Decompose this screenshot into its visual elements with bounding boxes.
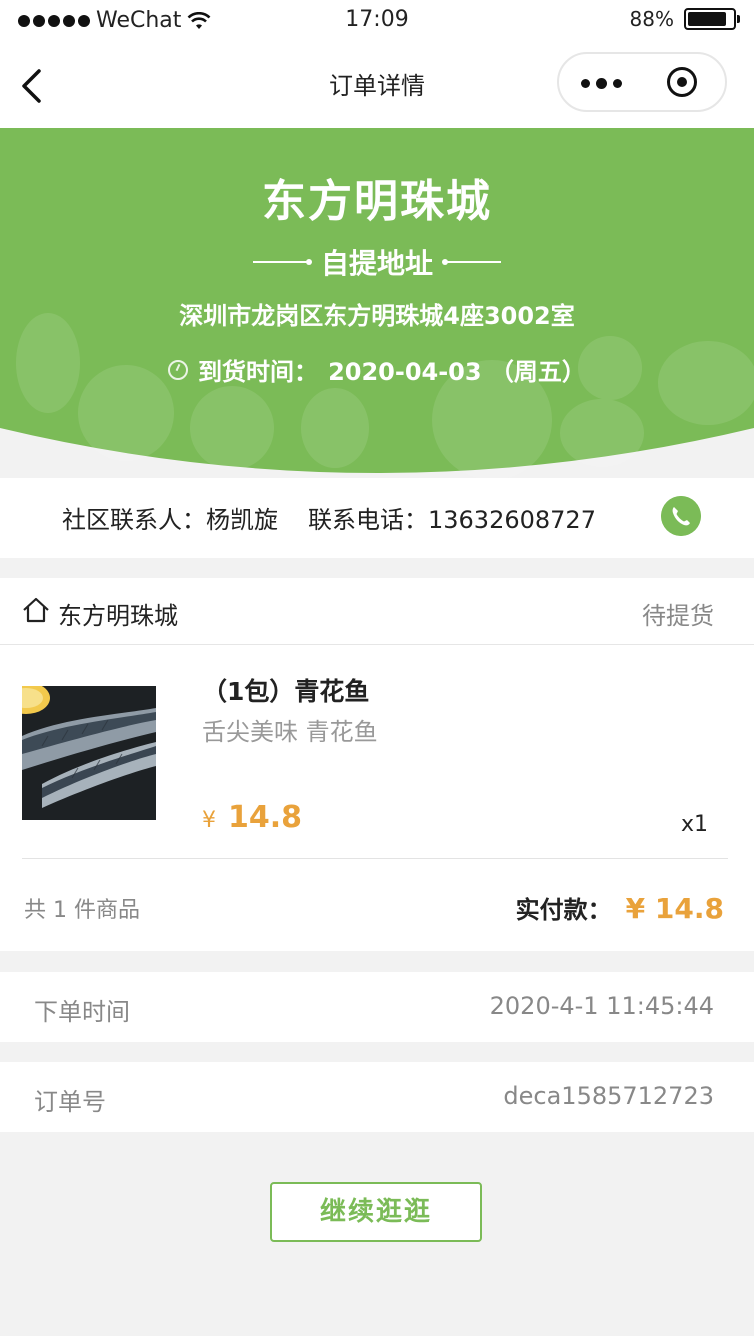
- nav-bar: 订单详情: [0, 40, 754, 128]
- product-quantity: x1: [680, 812, 708, 837]
- divider-line-right: [442, 259, 501, 265]
- order-number-row: 订单号 deca1585712723: [0, 1062, 754, 1132]
- divider-line-left: [252, 259, 312, 265]
- pickup-address: 深圳市龙岗区东方明珠城4座3002室: [179, 302, 575, 330]
- pickup-section-label: 自提地址: [320, 247, 433, 280]
- order-card: 东方明珠城 待提货 （1包）青花鱼 舌尖美味 青花鱼 ¥14.8 x1 共 1 …: [0, 578, 754, 951]
- status-bar: WeChat 17:09 88%: [0, 0, 754, 40]
- divider: [22, 858, 728, 859]
- back-arrow-icon[interactable]: [18, 68, 48, 104]
- order-number-value[interactable]: deca1585712723: [503, 1082, 714, 1110]
- order-time-label: 下单时间: [34, 998, 130, 1026]
- product-price: ¥14.8: [202, 800, 302, 835]
- store-title: 东方明珠城: [262, 176, 492, 227]
- close-miniprogram-icon[interactable]: [667, 67, 697, 97]
- clock-icon: [168, 359, 189, 380]
- arrival-time: 到货时间： 2020-04-03 （周五）: [0, 352, 754, 387]
- home-icon: [23, 597, 49, 623]
- contact-info: 社区联系人：杨凯旋 联系电话：13632608727: [62, 500, 596, 535]
- battery-status: 88%: [629, 7, 740, 31]
- contact-person: 社区联系人：杨凯旋: [62, 500, 278, 535]
- miniprogram-capsule: [557, 52, 727, 112]
- paid-amount: ¥ 14.8: [625, 892, 724, 925]
- contact-phone-number: 13632608727: [428, 506, 596, 534]
- paid-total: 实付款： ¥ 14.8: [516, 890, 724, 925]
- continue-shopping-button[interactable]: 继续逛逛: [270, 1182, 482, 1242]
- product-description: 舌尖美味 青花鱼: [202, 718, 378, 746]
- currency-symbol: ¥: [202, 808, 216, 833]
- contact-phone-label: 联系电话：: [308, 506, 428, 534]
- more-icon[interactable]: [581, 78, 622, 89]
- product-name: （1包）青花鱼: [202, 677, 370, 706]
- contact-person-name: 杨凯旋: [206, 506, 278, 534]
- order-time-value: 2020-4-1 11:45:44: [489, 992, 714, 1020]
- arrival-date: 2020-04-03 （周五）: [328, 358, 586, 386]
- order-time-row: 下单时间 2020-4-1 11:45:44: [0, 972, 754, 1042]
- item-count: 共 1 件商品: [24, 898, 140, 923]
- order-status: 待提货: [642, 602, 714, 630]
- paid-label: 实付款：: [515, 896, 612, 924]
- product-image[interactable]: [22, 686, 156, 820]
- phone-call-icon[interactable]: [661, 496, 701, 536]
- contact-row: 社区联系人：杨凯旋 联系电话：13632608727: [0, 478, 754, 558]
- order-number-label: 订单号: [34, 1088, 106, 1116]
- price-value: 14.8: [228, 800, 303, 835]
- battery-percent: 88%: [629, 7, 674, 31]
- contact-person-label: 社区联系人：: [62, 506, 206, 534]
- arrival-label: 到货时间：: [198, 358, 319, 386]
- shop-name: 东方明珠城: [58, 602, 178, 630]
- battery-icon: [684, 8, 740, 30]
- pickup-section-title: 自提地址: [0, 242, 754, 282]
- shop-header: 东方明珠城 待提货: [0, 578, 754, 645]
- contact-phone: 联系电话：13632608727: [308, 500, 596, 535]
